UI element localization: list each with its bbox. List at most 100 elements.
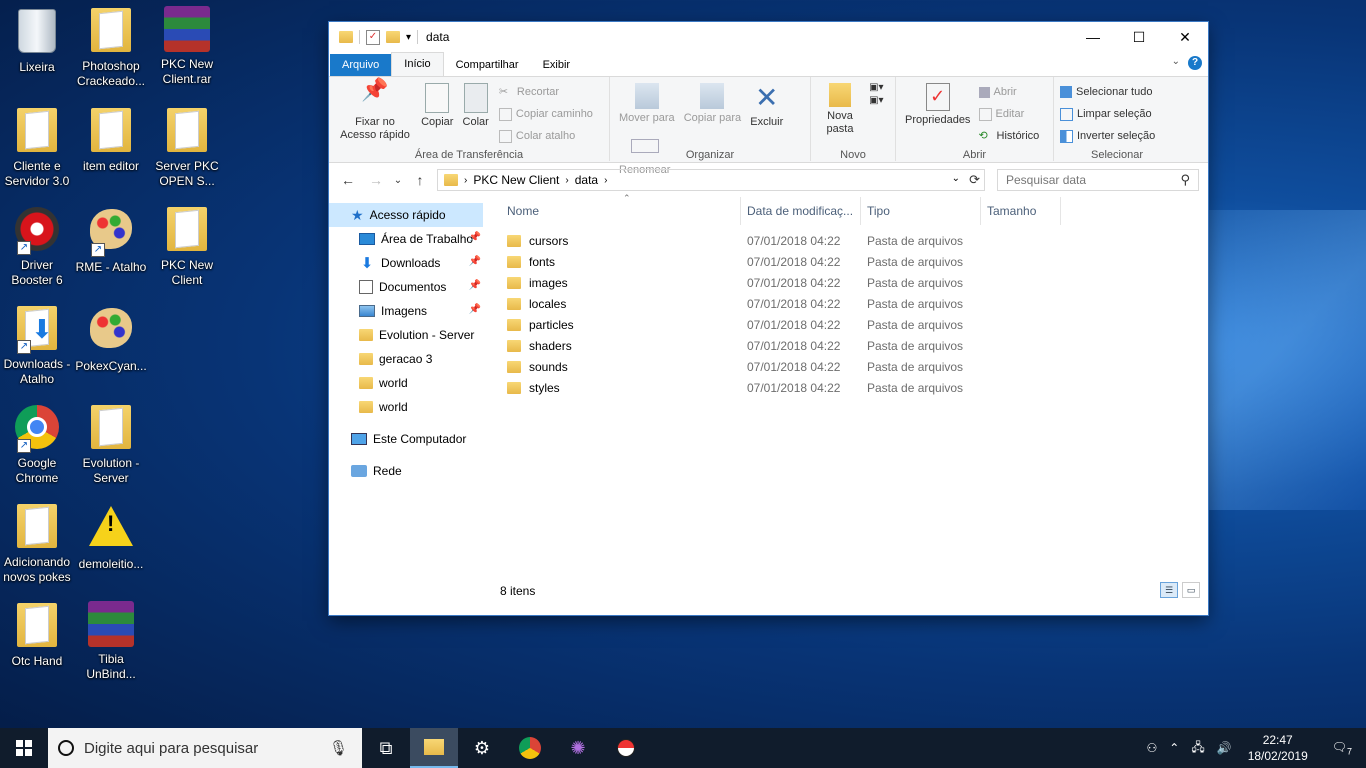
file-row[interactable]: styles 07/01/2018 04:22 Pasta de arquivos — [485, 377, 1208, 398]
desktop-icon-pkc-client[interactable]: PKC New Client — [150, 205, 224, 288]
show-hidden-icons-icon[interactable]: ⌃ — [1163, 741, 1185, 755]
ribbon-expand-icon[interactable]: ⌄ — [1172, 56, 1180, 67]
search-box[interactable]: Pesquisar data ⚲ — [997, 169, 1199, 191]
file-row[interactable]: particles 07/01/2018 04:22 Pasta de arquiv… — [485, 314, 1208, 335]
tab-file[interactable]: Arquivo — [330, 54, 392, 76]
new-folder-icon[interactable] — [386, 31, 400, 43]
taskbar-pokeball-app[interactable] — [602, 728, 650, 768]
taskbar-chrome[interactable] — [506, 728, 554, 768]
people-icon[interactable]: ⚇ — [1141, 741, 1164, 755]
taskbar-game-app[interactable]: ✺ — [554, 728, 602, 768]
properties-icon[interactable]: ✓ — [366, 29, 380, 45]
file-explorer-window[interactable]: ✓ ▾ data — ☐ ✕ Arquivo Início Compartilh… — [329, 22, 1208, 615]
nav-item-desktop[interactable]: Área de Trabalho 📌 — [329, 227, 485, 251]
desktop-icon-rme[interactable]: ↗ RME - Atalho — [74, 205, 148, 275]
file-row[interactable]: fonts 07/01/2018 04:22 Pasta de arquivos — [485, 251, 1208, 272]
nav-this-pc[interactable]: Este Computador — [329, 427, 485, 451]
paste-shortcut-button[interactable]: Colar atalho — [498, 125, 593, 147]
nav-item-evolution-server[interactable]: Evolution - Server — [329, 323, 485, 347]
cut-button[interactable]: ✂ Recortar — [499, 81, 593, 103]
column-size[interactable]: Tamanho — [981, 197, 1061, 225]
taskbar-search[interactable]: Digite aqui para pesquisar 🎙 — [48, 728, 362, 768]
nav-item-images[interactable]: Imagens 📌 — [329, 299, 485, 323]
properties-button[interactable]: ✓ Propriedades — [902, 81, 973, 127]
back-button[interactable]: ← — [337, 172, 359, 188]
copy-button[interactable]: Copiar — [418, 81, 456, 129]
breadcrumb-data[interactable]: data — [575, 173, 598, 187]
desktop-icon-adicionando[interactable]: Adicionando novos pokes — [0, 502, 74, 585]
large-icons-view-button[interactable]: ▭ — [1182, 582, 1200, 598]
taskbar-file-explorer[interactable] — [410, 728, 458, 768]
task-view-button[interactable]: ⧉ — [362, 728, 410, 768]
desktop-icon-downloads[interactable]: ⬇ ↗ Downloads - Atalho — [0, 304, 74, 387]
file-row[interactable]: sounds 07/01/2018 04:22 Pasta de arquivos — [485, 356, 1208, 377]
move-to-button[interactable]: Mover para — [616, 81, 678, 125]
clock[interactable]: 22:47 18/02/2019 — [1238, 732, 1318, 764]
nav-item-documents[interactable]: Documentos 📌 — [329, 275, 485, 299]
microphone-icon[interactable]: 🎙 — [329, 739, 348, 757]
customize-chevron-icon[interactable]: ▾ — [406, 32, 411, 43]
desktop-icon-recycle-bin[interactable]: Lixeira — [0, 6, 74, 75]
up-button[interactable]: ↑ — [409, 172, 431, 188]
nav-item-downloads[interactable]: ⬇ Downloads 📌 — [329, 251, 485, 275]
file-row[interactable]: images 07/01/2018 04:22 Pasta de arquivos — [485, 272, 1208, 293]
details-view-button[interactable]: ☰ — [1160, 582, 1178, 598]
maximize-button[interactable]: ☐ — [1116, 22, 1162, 52]
network-tray-icon[interactable]: 🖧 — [1185, 738, 1210, 759]
close-button[interactable]: ✕ — [1162, 22, 1208, 52]
desktop-icon-pkc-rar[interactable]: PKC New Client.rar — [150, 6, 224, 87]
history-button[interactable]: ⟲ Histórico — [979, 125, 1040, 147]
paste-button[interactable]: Colar — [460, 81, 492, 129]
desktop-icon-pokexcyan[interactable]: PokexCyan... — [74, 304, 148, 374]
nav-quick-access[interactable]: ★ Acesso rápido — [329, 203, 483, 227]
desktop-icon-cliente-servidor[interactable]: Cliente e Servidor 3.0 — [0, 106, 74, 189]
tab-home[interactable]: Início — [391, 52, 444, 76]
desktop-icon-driver-booster[interactable]: ↗ Driver Booster 6 — [0, 205, 74, 288]
column-date-modified[interactable]: Data de modificaç... — [741, 197, 861, 225]
address-dropdown-icon[interactable]: ⌄ — [952, 173, 960, 184]
desktop-icon-photoshop[interactable]: Photoshop Crackeado... — [74, 6, 148, 89]
nav-item-world[interactable]: world — [329, 395, 485, 419]
desktop-icon-demoleitio[interactable]: demoleitio... — [74, 502, 148, 572]
desktop-icon-server-pkc[interactable]: Server PKC OPEN S... — [150, 106, 224, 189]
clear-selection-button[interactable]: Limpar seleção — [1060, 103, 1174, 125]
button-label: Editar — [995, 108, 1025, 120]
nav-network[interactable]: Rede — [329, 459, 485, 483]
open-button[interactable]: Abrir — [978, 81, 1040, 103]
column-name[interactable]: Nome — [485, 197, 741, 225]
new-folder-button[interactable]: Nova pasta — [817, 81, 863, 136]
refresh-icon[interactable]: ⟳ — [969, 172, 980, 188]
select-all-button[interactable]: Selecionar tudo — [1060, 81, 1174, 103]
nav-item-geracao-3[interactable]: geracao 3 — [329, 347, 485, 371]
breadcrumb-pkc-new-client[interactable]: PKC New Client — [473, 173, 559, 187]
file-row[interactable]: locales 07/01/2018 04:22 Pasta de arquivos — [485, 293, 1208, 314]
tab-share[interactable]: Compartilhar — [444, 54, 531, 76]
copy-to-button[interactable]: Copiar para — [681, 81, 744, 125]
copy-path-button[interactable]: Copiar caminho — [498, 103, 593, 125]
taskbar-settings[interactable]: ⚙ — [458, 728, 506, 768]
file-row[interactable]: cursors 07/01/2018 04:22 Pasta de arquivos — [485, 230, 1208, 251]
file-row[interactable]: shaders 07/01/2018 04:22 Pasta de arquivos — [485, 335, 1208, 356]
address-bar[interactable]: › PKC New Client › data › ⌄ ⟳ — [437, 169, 985, 191]
edit-button[interactable]: Editar — [978, 103, 1040, 125]
title-bar[interactable]: ✓ ▾ data — ☐ ✕ — [329, 22, 1208, 52]
minimize-button[interactable]: — — [1070, 22, 1116, 52]
desktop-icon-tibia-unbind[interactable]: Tibia UnBind... — [74, 601, 148, 682]
desktop-icon-chrome[interactable]: ↗ Google Chrome — [0, 403, 74, 486]
desktop-icon-item-editor[interactable]: item editor — [74, 106, 148, 174]
tab-view[interactable]: Exibir — [531, 54, 583, 76]
column-type[interactable]: Tipo — [861, 197, 981, 225]
nav-item-world[interactable]: world — [329, 371, 485, 395]
start-button[interactable] — [0, 728, 48, 768]
forward-button[interactable]: → — [365, 172, 387, 188]
volume-icon[interactable]: 🔊 — [1211, 741, 1238, 755]
new-item-button[interactable]: ▣▾ ▣▾ — [866, 81, 886, 107]
desktop-icon-evolution-server[interactable]: Evolution - Server — [74, 403, 148, 486]
delete-button[interactable]: ✕ Excluir — [747, 81, 786, 129]
recent-locations-button[interactable]: ⌄ — [393, 175, 403, 186]
help-icon[interactable]: ? — [1188, 56, 1202, 70]
invert-selection-button[interactable]: Inverter seleção — [1060, 125, 1174, 147]
pin-quick-access-button[interactable]: 📌 Fixar no Acesso rápido — [335, 79, 415, 142]
notifications-button[interactable]: 🗨7 — [1318, 740, 1366, 756]
desktop-icon-otc-hand[interactable]: Otc Hand — [0, 601, 74, 669]
